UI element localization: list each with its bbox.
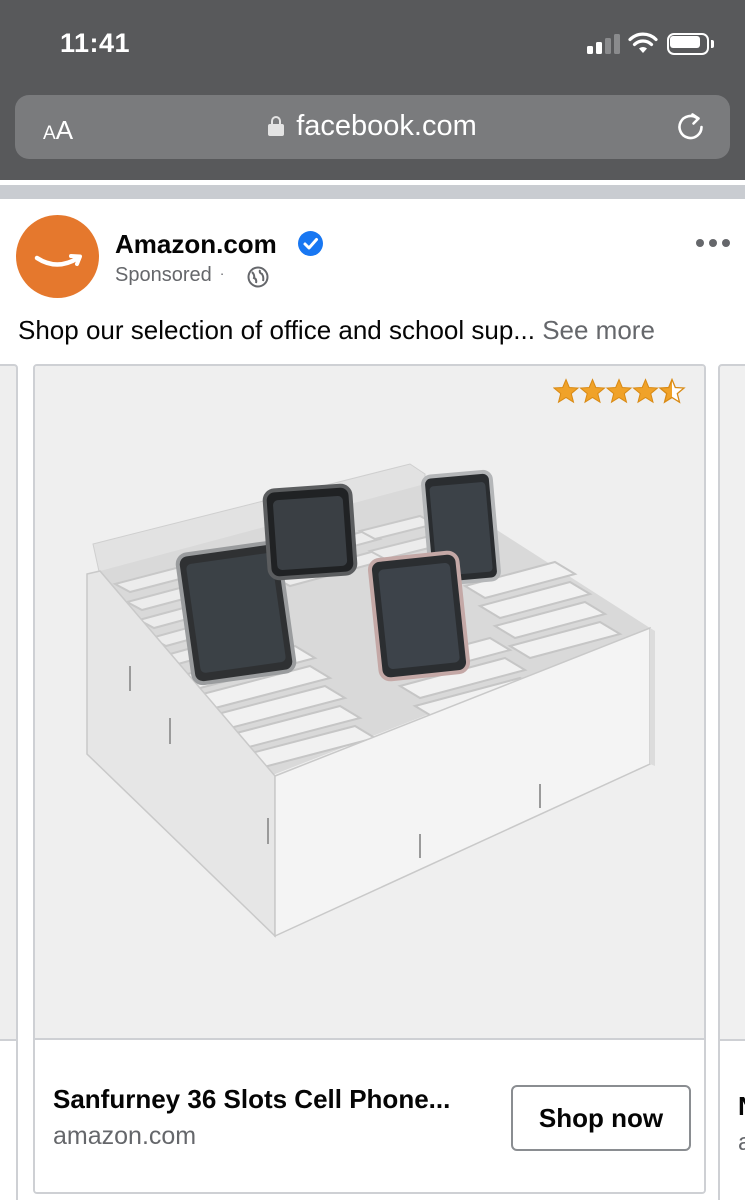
previous-card-footer bbox=[0, 1039, 16, 1200]
globe-icon bbox=[247, 266, 269, 288]
verified-badge-icon bbox=[298, 231, 323, 256]
phone-organizer-image bbox=[86, 463, 655, 938]
see-more-link[interactable]: See more bbox=[535, 315, 655, 345]
battery-icon bbox=[667, 33, 715, 57]
sponsored-row: Sponsored · bbox=[115, 264, 269, 290]
shop-now-button[interactable]: Shop now bbox=[511, 1085, 691, 1151]
next-card-domain-fragment: a bbox=[738, 1129, 745, 1156]
next-card-peek[interactable]: N a bbox=[718, 364, 745, 1200]
sponsored-label[interactable]: Sponsored bbox=[115, 264, 212, 286]
next-card-footer: N a bbox=[720, 1039, 745, 1200]
page-name[interactable]: Amazon.com bbox=[115, 229, 277, 260]
more-options-icon[interactable] bbox=[696, 239, 730, 249]
wifi-icon bbox=[628, 32, 658, 53]
meta-separator: · bbox=[219, 265, 225, 281]
url-display[interactable]: facebook.com bbox=[15, 110, 730, 143]
post-caption: Shop our selection of office and school … bbox=[18, 315, 728, 346]
address-bar[interactable]: AA facebook.com bbox=[15, 95, 730, 159]
domain-text: facebook.com bbox=[296, 110, 477, 142]
rating-stars-icon bbox=[553, 378, 685, 403]
card-footer: Sanfurney 36 Slots Cell Phone... amazon.… bbox=[35, 1038, 704, 1192]
avatar[interactable] bbox=[16, 215, 99, 298]
lock-icon bbox=[268, 116, 285, 136]
previous-card-peek[interactable] bbox=[0, 364, 18, 1200]
sponsored-post: Amazon.com Sponsored · Shop our selection… bbox=[0, 199, 745, 1200]
amazon-logo-icon bbox=[34, 254, 82, 267]
carousel-card[interactable]: Sanfurney 36 Slots Cell Phone... amazon.… bbox=[33, 364, 706, 1194]
reload-icon[interactable] bbox=[675, 111, 707, 143]
product-image[interactable] bbox=[35, 366, 704, 1038]
browser-chrome: 11:41 AA facebook.com bbox=[0, 0, 745, 180]
status-time: 11:41 bbox=[60, 28, 131, 58]
product-title[interactable]: Sanfurney 36 Slots Cell Phone... bbox=[53, 1084, 483, 1115]
product-domain: amazon.com bbox=[53, 1122, 197, 1150]
caption-text: Shop our selection of office and school … bbox=[18, 315, 535, 345]
cellular-signal-icon bbox=[587, 34, 621, 54]
feed-separator bbox=[0, 185, 745, 199]
next-card-title-fragment: N bbox=[738, 1091, 745, 1122]
